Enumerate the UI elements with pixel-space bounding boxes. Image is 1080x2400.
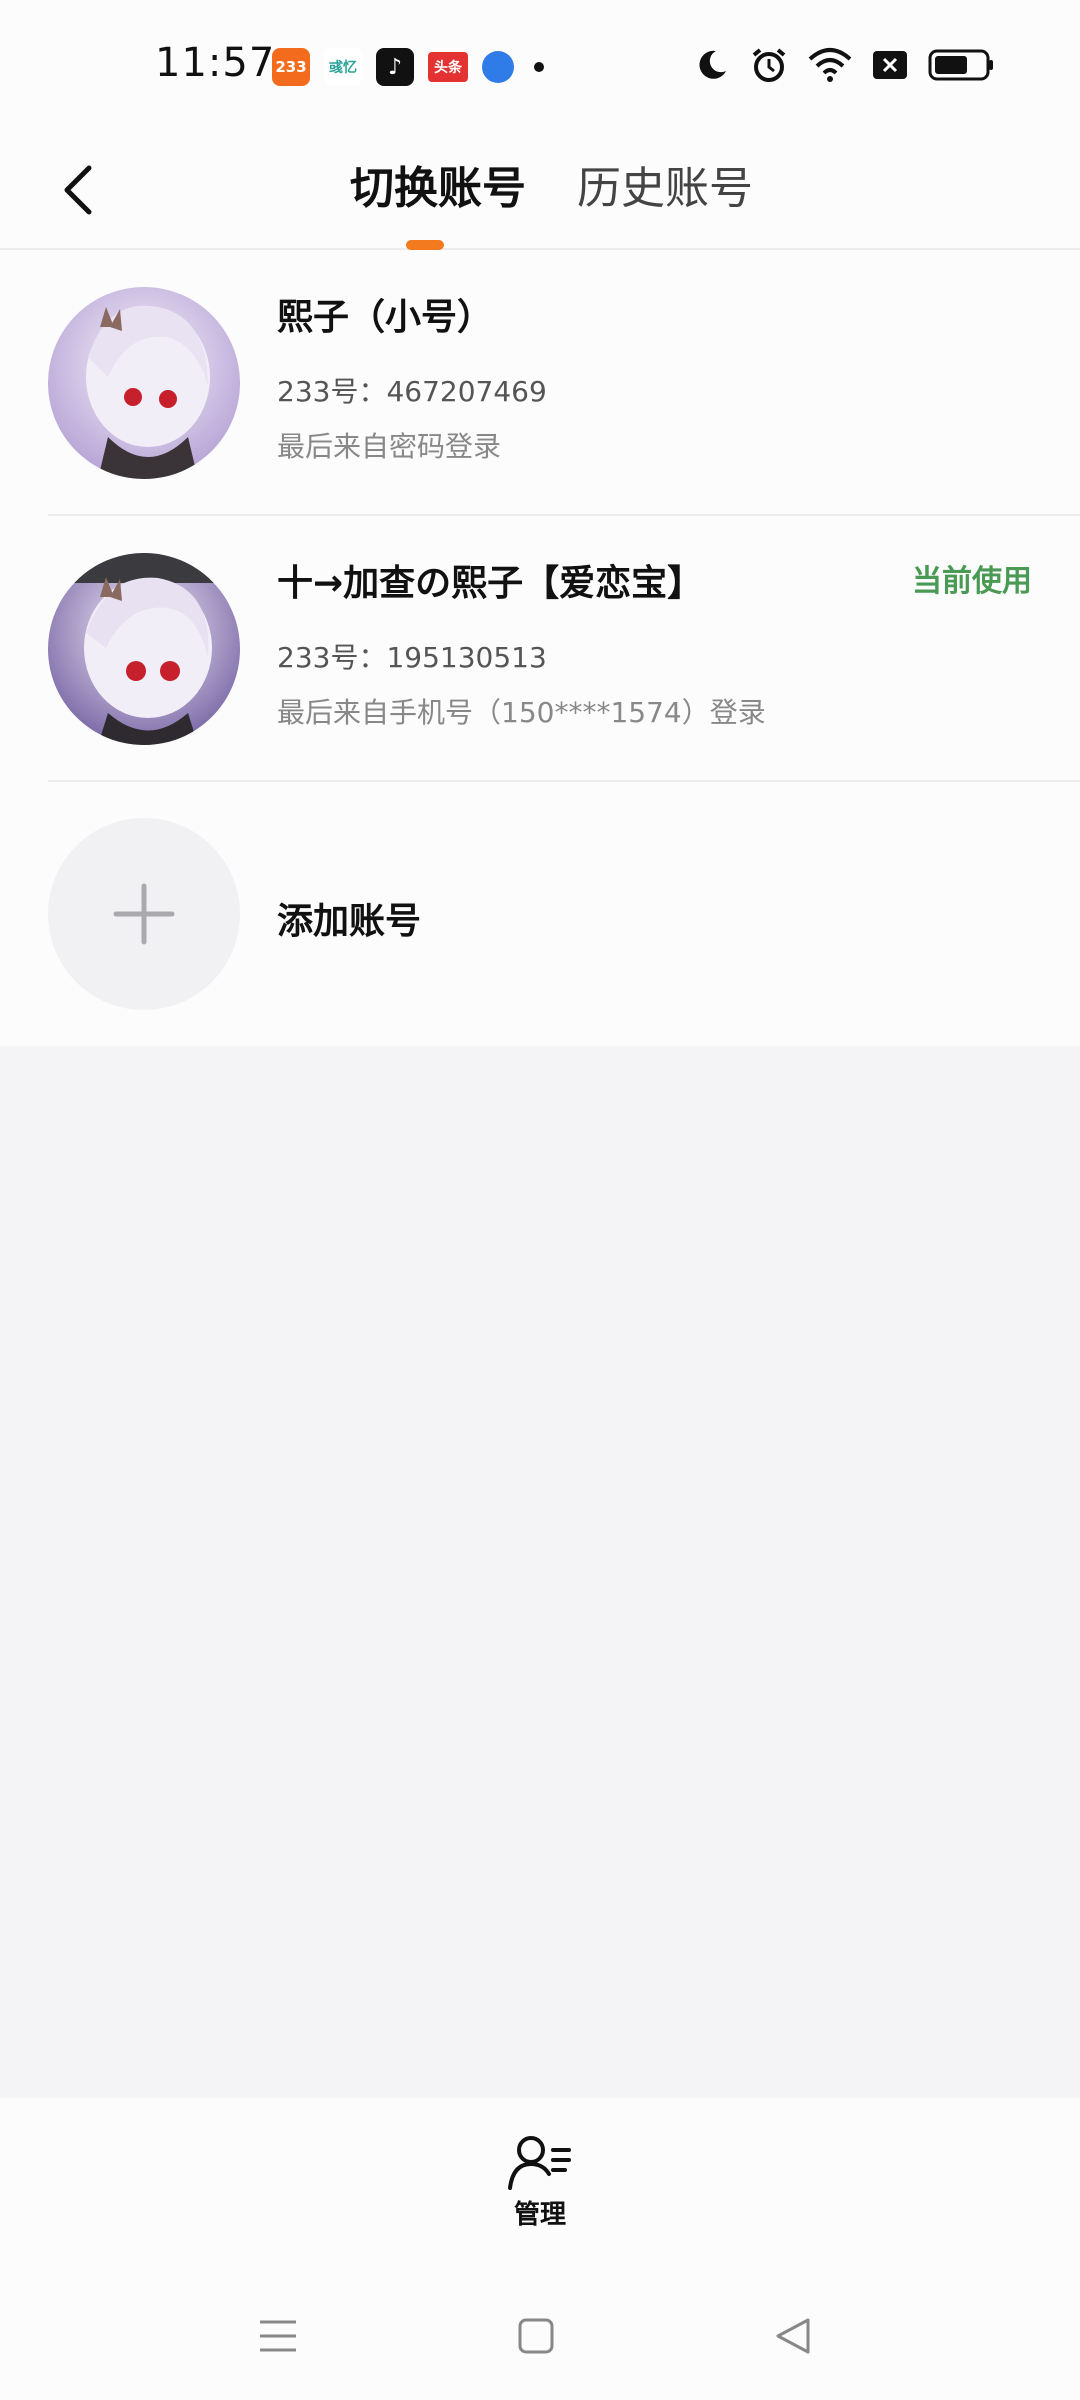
account-item[interactable]: 熙子（小号） 233号：467207469 最后来自密码登录 (0, 250, 1080, 516)
active-tab-indicator (406, 240, 444, 250)
more-notifications-dot (534, 62, 544, 72)
tab-history-account[interactable]: 历史账号 (577, 152, 753, 216)
menu-icon (260, 2320, 296, 2352)
avatar (48, 553, 240, 745)
account-list: 熙子（小号） 233号：467207469 最后来自密码登录 十→加查の熙子【爱… (0, 250, 1080, 1046)
no-sim-icon (873, 51, 907, 79)
manage-button[interactable]: 管理 (490, 2134, 590, 2244)
toutiao-icon: 头条 (428, 52, 468, 82)
avatar (48, 287, 240, 479)
account-login-method: 最后来自手机号（150****1574）登录 (277, 696, 766, 729)
wx-notification-icon: 彧忆 (324, 48, 362, 86)
system-icons (694, 46, 994, 84)
app-233-icon: 233 (272, 48, 310, 86)
header: 切换账号 历史账号 (0, 130, 1080, 250)
add-account-row[interactable]: 添加账号 (0, 782, 1080, 1046)
chevron-left-icon (64, 165, 92, 215)
account-item-current[interactable]: 十→加查の熙子【爱恋宝】 当前使用 233号：195130513 最后来自手机号… (0, 516, 1080, 782)
status-bar: 11:57 233 彧忆 ♪ 头条 (0, 0, 1080, 130)
triangle-back-icon (776, 2318, 810, 2354)
nav-home-button[interactable] (506, 2306, 566, 2366)
user-manage-icon (508, 2136, 571, 2190)
account-name: 十→加查の熙子【爱恋宝】 (277, 563, 704, 604)
nav-menu-button[interactable] (248, 2306, 308, 2366)
account-id: 233号：195130513 (277, 641, 547, 674)
wifi-icon (808, 48, 852, 82)
alarm-icon (752, 48, 786, 82)
current-account-badge: 当前使用 (912, 564, 1032, 599)
tab-switch-account[interactable]: 切换账号 (350, 152, 526, 216)
moon-icon (699, 50, 726, 79)
account-name: 熙子（小号） (277, 297, 494, 338)
bottom-action-bar: 管理 (0, 2098, 1080, 2278)
account-login-method: 最后来自密码登录 (277, 430, 502, 463)
browser-icon (482, 51, 514, 83)
manage-label: 管理 (513, 2200, 566, 2230)
plus-icon (113, 883, 175, 945)
add-account-label: 添加账号 (277, 901, 422, 942)
battery-icon (928, 49, 993, 81)
system-nav-bar (0, 2278, 1080, 2400)
nav-back-button[interactable] (764, 2306, 824, 2366)
status-time: 11:57 (155, 40, 276, 86)
add-account-button[interactable] (48, 818, 240, 1010)
tiktok-icon: ♪ (376, 48, 414, 86)
account-id: 233号：467207469 (277, 375, 547, 408)
back-button[interactable] (48, 150, 108, 230)
notification-icons: 233 彧忆 ♪ 头条 (272, 48, 544, 86)
square-home-icon (518, 2318, 554, 2354)
